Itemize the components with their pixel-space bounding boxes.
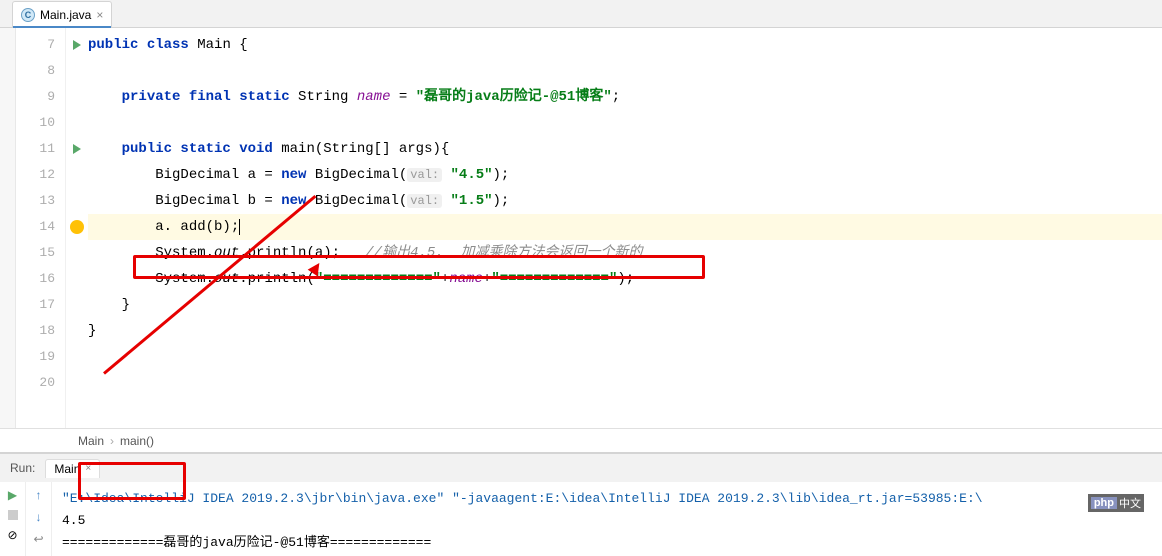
exit-icon[interactable]: ⊘ (6, 528, 20, 542)
soft-wrap-icon[interactable]: ↩ (32, 532, 46, 546)
code-line: BigDecimal b = new BigDecimal(val: "1.5"… (88, 188, 1162, 214)
run-label: Run: (10, 461, 35, 475)
close-icon[interactable]: × (96, 8, 103, 22)
line-number: 7 (16, 32, 55, 58)
code-line (88, 110, 1162, 136)
gutter-icon-column (66, 28, 88, 428)
code-line: public class Main { (88, 32, 1162, 58)
console-command-line: "E:\Idea\IntelliJ IDEA 2019.2.3\jbr\bin\… (62, 488, 1152, 510)
code-line: public static void main(String[] args){ (88, 136, 1162, 162)
line-number: 15 (16, 240, 55, 266)
line-number: 9 (16, 84, 55, 110)
left-gutter-strip (0, 28, 16, 428)
up-icon[interactable]: ↑ (32, 488, 46, 502)
editor-tab-bar: C Main.java × (0, 0, 1162, 28)
run-toolbar-left: ▶ ⊘ (0, 482, 26, 556)
line-number-gutter: 7 8 9 10 11 12 13 14 15 16 17 18 19 20 (16, 28, 66, 428)
close-icon[interactable]: × (85, 463, 91, 474)
run-line-icon[interactable] (73, 144, 81, 154)
stop-icon[interactable] (8, 510, 18, 520)
line-number: 20 (16, 370, 55, 396)
code-editor[interactable]: public class Main { private final static… (88, 28, 1162, 428)
code-line: } (88, 318, 1162, 344)
line-number: 19 (16, 344, 55, 370)
line-number: 10 (16, 110, 55, 136)
line-number: 8 (16, 58, 55, 84)
code-line: System.out.println(a); //输出4.5. 加减乘除方法会返… (88, 240, 1162, 266)
breadcrumb: Main › main() (0, 428, 1162, 452)
run-body: ▶ ⊘ ↑ ↓ ↩ "E:\Idea\IntelliJ IDEA 2019.2.… (0, 482, 1162, 556)
console-line: =============磊哥的java历险记-@51博客===========… (62, 532, 1152, 554)
run-tab-label: Main (54, 462, 80, 476)
code-line: } (88, 292, 1162, 318)
run-toolbar-nav: ↑ ↓ ↩ (26, 482, 52, 556)
file-tab-main-java[interactable]: C Main.java × (12, 1, 112, 27)
line-number: 17 (16, 292, 55, 318)
breadcrumb-item[interactable]: Main (78, 434, 104, 448)
file-tab-label: Main.java (40, 8, 91, 22)
rerun-icon[interactable]: ▶ (6, 488, 20, 502)
line-number: 11 (16, 136, 55, 162)
line-number: 13 (16, 188, 55, 214)
breadcrumb-item[interactable]: main() (120, 434, 154, 448)
line-number: 18 (16, 318, 55, 344)
code-line: BigDecimal a = new BigDecimal(val: "4.5"… (88, 162, 1162, 188)
run-line-icon[interactable] (73, 40, 81, 50)
code-line (88, 370, 1162, 396)
watermark-badge: php 中文 (1088, 494, 1144, 512)
line-number: 16 (16, 266, 55, 292)
code-line (88, 58, 1162, 84)
editor-area: 7 8 9 10 11 12 13 14 15 16 17 18 19 20 p… (0, 28, 1162, 428)
intention-bulb-icon[interactable] (70, 220, 84, 234)
line-number: 14 (16, 214, 55, 240)
php-logo-text: php (1091, 497, 1117, 509)
code-line-highlighted: a. add(b); (88, 214, 1162, 240)
code-line: private final static String name = "磊哥的j… (88, 84, 1162, 110)
chevron-right-icon: › (110, 434, 114, 448)
run-panel-header: Run: Main × (0, 454, 1162, 482)
code-line (88, 344, 1162, 370)
console-line: 4.5 (62, 510, 1152, 532)
run-config-tab[interactable]: Main × (45, 459, 100, 478)
line-number: 12 (16, 162, 55, 188)
run-panel: Run: Main × ▶ ⊘ ↑ ↓ ↩ "E:\Idea\IntelliJ … (0, 452, 1162, 556)
code-line: System.out.println("============="+name+… (88, 266, 1162, 292)
java-class-icon: C (21, 8, 35, 22)
watermark-text: 中文 (1119, 495, 1141, 511)
down-icon[interactable]: ↓ (32, 510, 46, 524)
console-output[interactable]: "E:\Idea\IntelliJ IDEA 2019.2.3\jbr\bin\… (52, 482, 1162, 556)
